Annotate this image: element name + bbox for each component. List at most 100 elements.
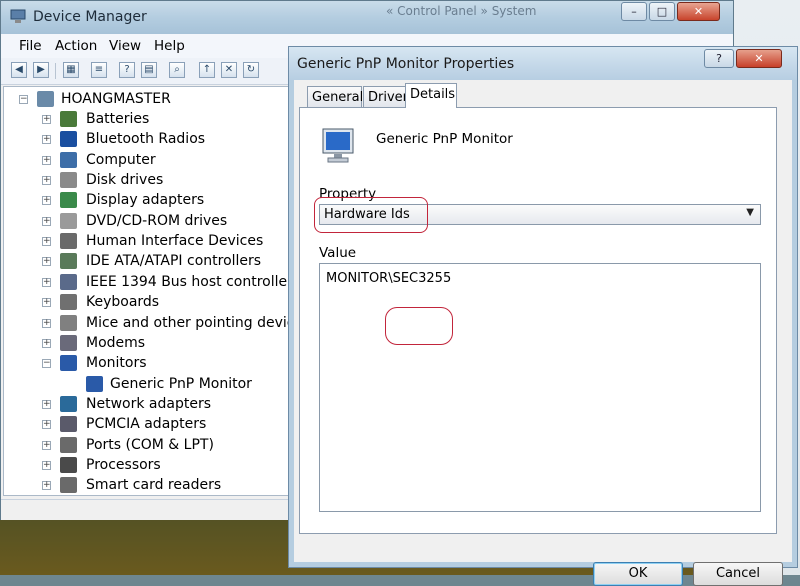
- tree-category-item[interactable]: + Keyboards: [42, 293, 282, 313]
- expand-icon[interactable]: +: [42, 216, 51, 226]
- device-tree[interactable]: − HOANGMASTER + Batteries + Bluetooth Radio…: [3, 86, 289, 496]
- tree-item-label: Disk drives: [86, 172, 164, 189]
- tree-category-item[interactable]: + Mice and other pointing devices: [42, 314, 288, 334]
- tree-category-item[interactable]: + Display adapters: [42, 191, 282, 211]
- tree-category-item[interactable]: + Network adapters: [42, 395, 282, 415]
- tab-details[interactable]: Details: [405, 83, 457, 108]
- dialog-titlebar[interactable]: Generic PnP Monitor Properties ? ✕: [289, 47, 797, 80]
- ok-button[interactable]: OK: [593, 562, 683, 586]
- device-category-icon: [60, 111, 77, 127]
- tab-general[interactable]: General: [307, 86, 363, 107]
- back-arrow-icon[interactable]: ◀: [11, 62, 27, 78]
- action-pane-icon[interactable]: ▤: [141, 62, 157, 78]
- expand-icon[interactable]: +: [42, 277, 51, 287]
- device-category-icon: [86, 375, 103, 392]
- value-list-item[interactable]: MONITOR\SEC3255: [326, 271, 451, 286]
- tree-item-label: Computer: [86, 151, 156, 168]
- expand-icon[interactable]: +: [42, 318, 51, 328]
- tree-category-item[interactable]: + IEEE 1394 Bus host controllers: [42, 273, 288, 293]
- minimize-button[interactable]: –: [621, 2, 647, 21]
- monitor-icon: [322, 128, 354, 163]
- tab-driver[interactable]: Driver: [363, 86, 408, 107]
- expand-icon[interactable]: +: [42, 420, 51, 430]
- menu-action[interactable]: Action: [55, 38, 97, 54]
- expand-icon[interactable]: +: [42, 460, 51, 470]
- tree-category-item[interactable]: + Disk drives: [42, 171, 282, 191]
- tree-category-item[interactable]: + IDE ATA/ATAPI controllers: [42, 252, 282, 272]
- device-category-icon: [60, 233, 77, 250]
- menu-file[interactable]: File: [19, 38, 42, 54]
- tree-category-item[interactable]: + Human Interface Devices: [42, 232, 282, 252]
- device-manager-icon: [10, 9, 26, 23]
- property-label: Property: [319, 186, 377, 202]
- tree-item-label: Generic PnP Monitor: [110, 375, 252, 392]
- expand-icon[interactable]: +: [42, 237, 51, 247]
- menu-view[interactable]: View: [109, 38, 141, 54]
- device-category-icon: [60, 212, 77, 229]
- device-category-icon: [60, 416, 77, 433]
- update-driver-icon[interactable]: ↑: [199, 62, 215, 78]
- background-address-text: « Control Panel » System: [386, 4, 537, 18]
- tree-category-item[interactable]: + DVD/CD-ROM drives: [42, 212, 282, 232]
- tree-root[interactable]: − HOANGMASTER: [19, 90, 279, 110]
- show-hide-tree-icon[interactable]: ▦: [63, 62, 79, 78]
- tree-item-label: Modems: [86, 334, 146, 351]
- expand-icon[interactable]: +: [42, 176, 51, 186]
- dialog-title: Generic PnP Monitor Properties: [297, 56, 515, 72]
- device-category-icon: [60, 395, 77, 412]
- expand-icon[interactable]: +: [42, 196, 51, 206]
- device-category-icon: [60, 314, 77, 331]
- device-category-icon: [60, 172, 77, 189]
- expand-icon[interactable]: +: [42, 135, 51, 145]
- device-category-icon: [60, 192, 77, 209]
- properties-icon[interactable]: ≡: [91, 62, 107, 78]
- device-category-icon: [60, 436, 77, 453]
- collapse-icon[interactable]: −: [19, 95, 28, 104]
- device-category-icon: [60, 294, 77, 311]
- disable-device-icon[interactable]: ↻: [243, 62, 259, 78]
- expand-icon[interactable]: +: [42, 257, 51, 267]
- properties-dialog: Generic PnP Monitor Properties ? ✕ Gener…: [288, 46, 798, 586]
- maximize-button[interactable]: □: [649, 2, 675, 21]
- details-panel: Generic PnP Monitor Property Hardware Id…: [299, 107, 777, 534]
- tree-category-item[interactable]: + Modems: [42, 334, 282, 354]
- chevron-down-icon[interactable]: ▼: [746, 207, 754, 218]
- device-manager-title: Device Manager: [33, 9, 147, 25]
- tree-category-item[interactable]: + Smart card readers: [42, 476, 282, 495]
- collapse-icon[interactable]: −: [42, 359, 51, 369]
- tree-child-item[interactable]: Generic PnP Monitor: [42, 375, 282, 395]
- property-dropdown[interactable]: Hardware Ids ▼: [319, 204, 761, 225]
- device-category-icon: [60, 151, 77, 168]
- device-manager-titlebar[interactable]: Device Manager « Control Panel » System …: [1, 1, 733, 34]
- tree-category-item[interactable]: + Ports (COM & LPT): [42, 436, 282, 456]
- expand-icon[interactable]: +: [42, 399, 51, 409]
- tree-item-label: Human Interface Devices: [86, 233, 264, 250]
- value-list[interactable]: MONITOR\SEC3255: [319, 263, 761, 512]
- help-icon[interactable]: ?: [119, 62, 135, 78]
- help-button[interactable]: ?: [704, 49, 734, 68]
- dialog-body: General Driver Details Generic PnP Monit…: [297, 80, 789, 586]
- tree-category-item[interactable]: + Computer: [42, 151, 282, 171]
- expand-icon[interactable]: +: [42, 155, 51, 165]
- dialog-close-button[interactable]: ✕: [736, 49, 782, 68]
- menu-help[interactable]: Help: [154, 38, 185, 54]
- expand-icon[interactable]: +: [42, 481, 51, 491]
- expand-icon[interactable]: +: [42, 115, 51, 124]
- expand-icon[interactable]: +: [42, 298, 51, 308]
- tree-category-item[interactable]: + Bluetooth Radios: [42, 130, 282, 150]
- device-category-icon: [60, 131, 77, 148]
- cancel-button[interactable]: Cancel: [693, 562, 783, 586]
- tree-category-item[interactable]: + PCMCIA adapters: [42, 415, 282, 435]
- close-button[interactable]: ✕: [677, 2, 720, 21]
- tree-item-label: Smart card readers: [86, 477, 222, 494]
- tree-item-label: Ports (COM & LPT): [86, 436, 214, 453]
- expand-icon[interactable]: +: [42, 440, 51, 450]
- tree-item-label: DVD/CD-ROM drives: [86, 212, 228, 229]
- tree-category-item[interactable]: − Monitors: [42, 354, 282, 374]
- forward-arrow-icon[interactable]: ▶: [33, 62, 49, 78]
- scan-hardware-icon[interactable]: ⌕: [169, 62, 185, 78]
- uninstall-icon[interactable]: ✕: [221, 62, 237, 78]
- tree-category-item[interactable]: + Batteries: [42, 110, 282, 130]
- tree-category-item[interactable]: + Processors: [42, 456, 282, 476]
- expand-icon[interactable]: +: [42, 338, 51, 348]
